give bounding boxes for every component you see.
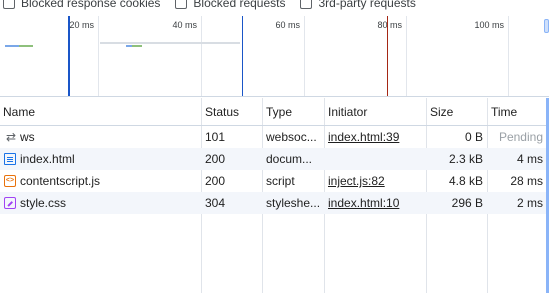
request-status: 304: [205, 196, 226, 210]
timeline-overview[interactable]: 20 ms 40 ms 60 ms 80 ms 100 ms: [0, 16, 549, 97]
script-icon: <>: [4, 175, 16, 187]
load-marker: [387, 16, 388, 96]
request-bar: [19, 45, 33, 47]
request-time: 2 ms: [516, 196, 543, 210]
websocket-icon: ⇄: [5, 130, 17, 144]
dom-content-loaded-marker: [68, 16, 70, 96]
network-request-table: Name Status Type Initiator Size Time ⇄ w…: [0, 98, 549, 293]
request-name: style.css: [20, 196, 67, 210]
grid-line: [406, 16, 407, 96]
table-header: Name Status Type Initiator Size Time: [0, 98, 549, 126]
table-row[interactable]: <> contentscript.js 200 script inject.js…: [0, 170, 549, 192]
request-type: docum...: [266, 152, 313, 166]
checkbox[interactable]: [300, 0, 313, 9]
table-row[interactable]: index.html 200 docum... 2.3 kB 4 ms: [0, 148, 549, 170]
request-initiator-link[interactable]: index.html:39: [328, 126, 423, 148]
timeline-tick: 80 ms: [377, 20, 402, 30]
document-icon: [4, 153, 16, 165]
table-row[interactable]: ⇄ ws 101 websoc... index.html:39 0 B Pen…: [0, 126, 549, 148]
request-bar: [100, 42, 240, 44]
request-bar: [5, 45, 19, 47]
checkbox[interactable]: [175, 0, 188, 9]
request-initiator-link[interactable]: inject.js:82: [328, 170, 423, 192]
column-header-status[interactable]: Status: [202, 98, 239, 126]
request-time: 4 ms: [516, 152, 543, 166]
request-type: script: [266, 174, 295, 188]
request-time: Pending: [498, 130, 543, 144]
filter-label: Blocked response cookies: [21, 0, 161, 10]
request-name: contentscript.js: [20, 174, 101, 188]
request-initiator-link[interactable]: index.html:10: [328, 192, 423, 214]
column-header-time[interactable]: Time: [488, 98, 517, 126]
timeline-tick: 60 ms: [275, 20, 300, 30]
column-header-initiator[interactable]: Initiator: [325, 98, 367, 126]
overview-resize-handle[interactable]: [544, 19, 549, 33]
column-header-type[interactable]: Type: [263, 98, 292, 126]
column-header-size[interactable]: Size: [427, 98, 453, 126]
grid-line: [98, 16, 99, 96]
request-initiator-link[interactable]: [328, 148, 423, 170]
column-header-name[interactable]: Name: [0, 98, 35, 126]
request-status: 200: [205, 174, 226, 188]
request-size: 296 B: [451, 196, 483, 210]
request-size: 0 B: [464, 130, 483, 144]
timeline-tick: 20 ms: [69, 20, 94, 30]
stylesheet-icon: [4, 197, 16, 209]
request-status: 101: [205, 130, 226, 144]
timeline-tick: 100 ms: [474, 20, 504, 30]
grid-line: [508, 16, 509, 96]
checkbox[interactable]: [3, 0, 15, 9]
request-time: 28 ms: [510, 174, 543, 188]
request-type: websoc...: [266, 130, 317, 144]
grid-line: [201, 16, 202, 96]
filter-third-party-requests[interactable]: 3rd-party requests: [300, 0, 416, 10]
table-row[interactable]: style.css 304 styleshe... index.html:10 …: [0, 192, 549, 214]
dom-content-loaded-marker: [242, 16, 243, 96]
grid-line: [304, 16, 305, 96]
request-bar: [132, 45, 142, 47]
request-name: index.html: [20, 152, 75, 166]
filter-label: 3rd-party requests: [318, 0, 416, 10]
filter-blocked-requests[interactable]: Blocked requests: [175, 0, 285, 10]
request-name: ws: [20, 130, 35, 144]
request-status: 200: [205, 152, 226, 166]
request-size: 4.8 kB: [448, 174, 483, 188]
request-size: 2.3 kB: [448, 152, 483, 166]
request-type: styleshe...: [266, 196, 321, 210]
filter-bar: Blocked response cookies Blocked request…: [0, 0, 549, 12]
filter-label: Blocked requests: [193, 0, 286, 10]
filter-blocked-response-cookies[interactable]: Blocked response cookies: [3, 0, 160, 10]
timeline-tick: 40 ms: [172, 20, 197, 30]
